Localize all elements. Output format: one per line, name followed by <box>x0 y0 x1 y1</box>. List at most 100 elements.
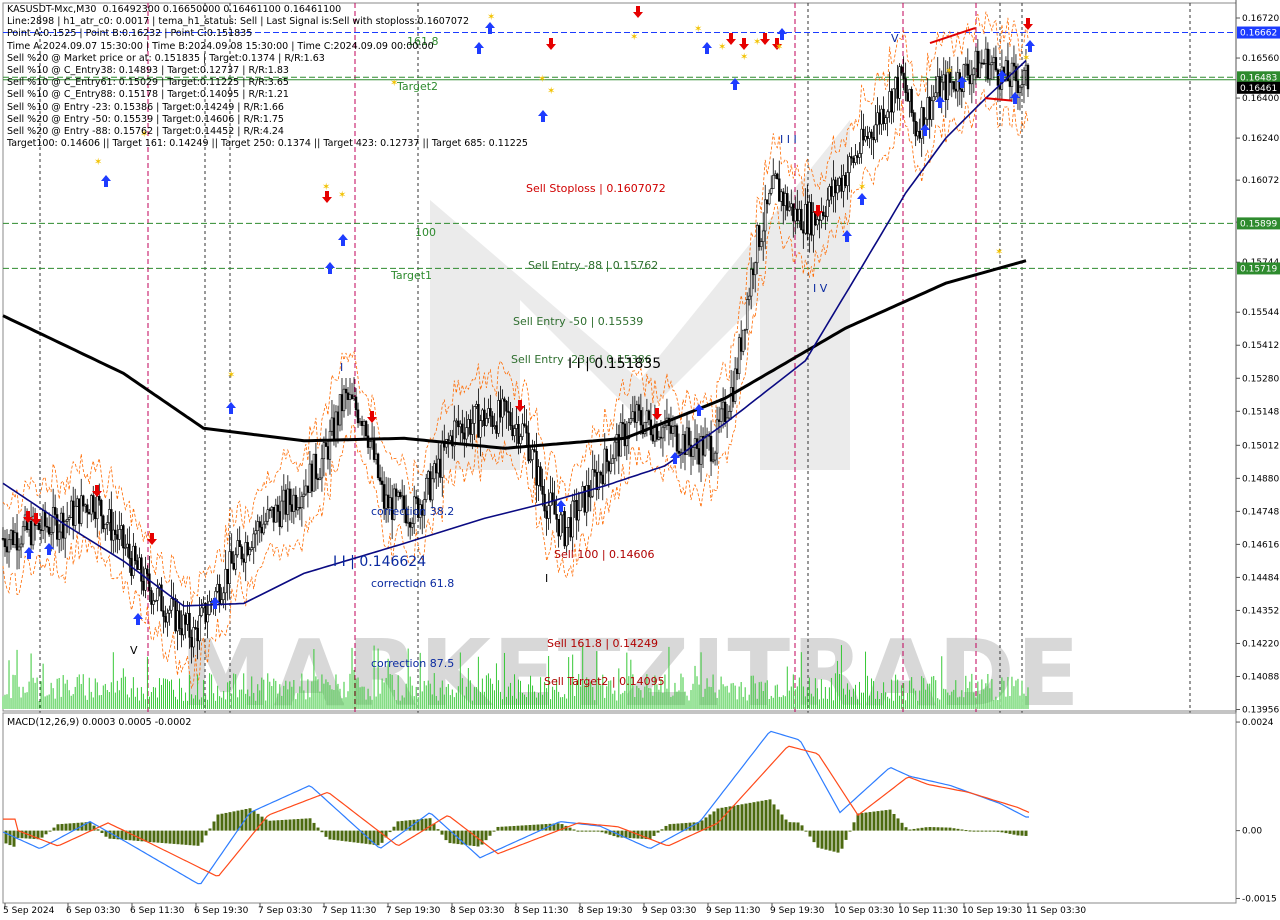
candle-body <box>254 530 257 535</box>
candle-body <box>57 531 61 540</box>
macd-hist-bar <box>772 804 776 831</box>
macd-hist-bar <box>956 828 960 831</box>
candle-body <box>952 81 955 90</box>
macd-hist-bar <box>420 818 424 831</box>
candle-body <box>238 540 241 547</box>
candle-body <box>98 496 101 501</box>
macd-hist-bar <box>788 822 792 831</box>
macd-hist-bar <box>908 829 912 831</box>
candle-body <box>764 199 767 232</box>
macd-hist-bar <box>884 810 888 831</box>
candle-body <box>477 404 480 438</box>
candle-body <box>749 269 753 297</box>
candle-body <box>300 496 304 509</box>
macd-hist-bar <box>524 825 528 831</box>
macd-tick-label: 0.0024 <box>1242 718 1274 728</box>
chart-label: V <box>891 32 899 45</box>
candle-body <box>144 568 147 591</box>
candle-body <box>378 477 382 482</box>
candle-body <box>691 447 695 457</box>
candle-body <box>575 500 578 521</box>
candle-body <box>124 547 127 549</box>
candle-body <box>23 514 27 527</box>
info-line: Sell %10 @ C_Entry38: 0.14893 | Target:0… <box>7 65 289 77</box>
candle-body <box>770 188 773 194</box>
candle-body <box>495 425 498 434</box>
macd-hist-bar <box>516 825 520 831</box>
macd-panel: MACD(12,26,9) 0.0003 0.0005 -0.0002 0.002… <box>2 712 1277 904</box>
candle-body <box>360 421 364 426</box>
time-tick-label: 8 Sep 11:30 <box>514 906 569 916</box>
macd-hist-bar <box>316 827 320 831</box>
candle-body <box>844 175 847 187</box>
candle-body <box>196 627 199 642</box>
macd-hist-bar <box>548 823 552 831</box>
macd-hist-bar <box>296 819 300 831</box>
chart-label: Sell Stoploss | 0.1607072 <box>526 182 666 195</box>
macd-hist-bar <box>904 827 908 831</box>
candle-body <box>774 173 777 176</box>
macd-hist-bar <box>1004 830 1008 834</box>
macd-hist-bar <box>8 830 12 846</box>
macd-hist-bar <box>816 830 820 848</box>
macd-hist-bar <box>672 823 676 831</box>
candle-body <box>727 411 731 419</box>
candle-body <box>918 130 921 139</box>
candle-body <box>324 442 328 447</box>
candle-body <box>828 186 831 201</box>
info-line: Sell %10 @ C_Entry61: 0.15029 | Target:0… <box>7 77 289 89</box>
candle-body <box>808 202 811 235</box>
candle-body <box>376 453 380 478</box>
macd-hist-bar <box>784 819 788 831</box>
chart-label: V <box>130 644 138 657</box>
candle-body <box>713 452 717 461</box>
macd-hist-bar <box>700 820 704 831</box>
macd-hist-bar <box>824 830 828 850</box>
chart-label: Sell Entry -50 | 0.15539 <box>513 315 643 328</box>
macd-hist-bar <box>212 821 216 831</box>
candle-body <box>334 411 338 440</box>
candle-body <box>248 549 251 556</box>
candle-body <box>988 64 992 80</box>
candle-body <box>112 529 115 541</box>
candle-body <box>944 74 947 100</box>
macd-hist-bar <box>988 830 992 832</box>
candle-body <box>517 424 520 444</box>
candle-body <box>577 510 580 521</box>
candle-body <box>128 543 131 559</box>
macd-hist-bar <box>264 819 268 831</box>
candle-body <box>753 262 757 276</box>
candle-body <box>234 554 237 570</box>
candle-body <box>218 583 221 604</box>
candle-body <box>326 446 330 460</box>
macd-hist-bar <box>176 830 180 845</box>
candle-body <box>178 610 181 629</box>
time-axis: 5 Sep 2024 6 Sep 03:30 6 Sep 11:30 6 Sep 19… <box>3 903 1086 916</box>
candle-body <box>772 175 775 190</box>
candle-body <box>966 63 970 76</box>
macd-hist-bar <box>492 830 496 832</box>
candle-body <box>200 607 203 616</box>
star-icon: ✶ <box>694 24 702 35</box>
candle-body <box>15 532 19 551</box>
time-tick-label: 9 Sep 03:30 <box>642 906 697 916</box>
macd-hist-bar <box>576 830 580 832</box>
candle-body <box>106 522 109 525</box>
candle-body <box>860 128 863 154</box>
candle-body <box>810 202 813 236</box>
candle-body <box>856 155 859 158</box>
candle-body <box>914 121 917 137</box>
candle-body <box>138 557 141 570</box>
star-icon: ✶ <box>718 42 726 53</box>
candle-body <box>310 463 314 492</box>
macd-hist-bar <box>876 811 880 831</box>
macd-hist-bar <box>464 830 468 846</box>
macd-hist-bar <box>512 825 516 831</box>
macd-hist-bar <box>888 809 892 831</box>
candle-body <box>896 77 899 99</box>
candle-body <box>49 532 53 535</box>
candle-body <box>601 474 604 485</box>
candle-body <box>926 97 929 120</box>
candle-body <box>72 500 75 526</box>
macd-hist-bar <box>900 822 904 831</box>
